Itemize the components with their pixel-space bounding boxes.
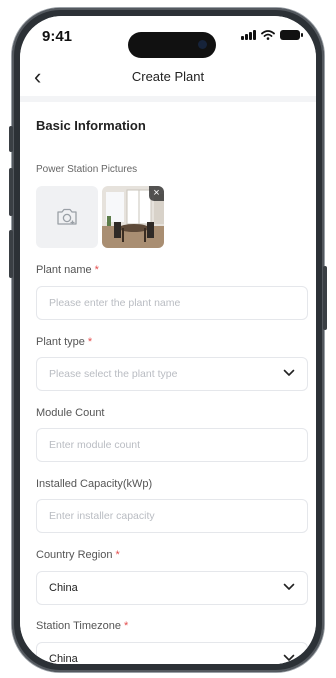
plant-name-field bbox=[36, 286, 308, 320]
country-region-label: Country Region * bbox=[36, 549, 120, 561]
pictures-label: Power Station Pictures bbox=[36, 164, 138, 175]
module-count-field bbox=[36, 428, 308, 462]
plant-type-label: Plant type * bbox=[36, 336, 92, 348]
installed-capacity-field bbox=[36, 499, 308, 533]
phone-frame: 9:41 ‹ Create Plant Basic Information Po… bbox=[9, 8, 327, 672]
remove-photo-button[interactable]: × bbox=[149, 186, 164, 201]
module-count-label: Module Count bbox=[36, 407, 105, 419]
installed-capacity-label: Installed Capacity(kWp) bbox=[36, 478, 152, 490]
station-timezone-select[interactable]: China bbox=[36, 642, 308, 664]
country-region-value: China bbox=[49, 582, 78, 594]
country-region-label-text: Country Region bbox=[36, 549, 113, 561]
power-button bbox=[323, 266, 327, 330]
wifi-icon bbox=[261, 30, 275, 40]
module-count-input[interactable] bbox=[37, 429, 269, 461]
status-time: 9:41 bbox=[42, 28, 73, 45]
status-bar: 9:41 bbox=[20, 16, 316, 60]
volume-down-button bbox=[9, 230, 13, 278]
volume-up-button bbox=[9, 168, 13, 216]
chevron-down-icon bbox=[283, 583, 295, 590]
plant-type-placeholder: Please select the plant type bbox=[49, 368, 178, 380]
station-timezone-label: Station Timezone * bbox=[36, 620, 128, 632]
add-picture-button[interactable] bbox=[36, 186, 98, 248]
camera-icon bbox=[57, 208, 77, 225]
required-mark: * bbox=[87, 336, 93, 348]
module-count-label-text: Module Count bbox=[36, 407, 105, 419]
chevron-down-icon bbox=[283, 369, 295, 376]
chevron-down-icon bbox=[283, 654, 295, 661]
navigation-bar: ‹ Create Plant bbox=[20, 60, 316, 96]
plant-type-label-text: Plant type bbox=[36, 336, 85, 348]
screen: 9:41 ‹ Create Plant Basic Information Po… bbox=[20, 16, 316, 664]
required-mark: * bbox=[115, 549, 120, 561]
country-region-select[interactable]: China bbox=[36, 571, 308, 605]
page-title: Create Plant bbox=[131, 69, 205, 84]
plant-name-label-text: Plant name bbox=[36, 264, 92, 276]
installed-capacity-input[interactable] bbox=[37, 500, 269, 532]
station-photo-thumbnail[interactable]: × bbox=[102, 186, 164, 248]
signal-icon bbox=[241, 30, 256, 40]
required-mark: * bbox=[94, 264, 99, 276]
battery-icon bbox=[280, 30, 303, 40]
dynamic-island bbox=[128, 32, 216, 58]
installed-capacity-label-text: Installed Capacity(kWp) bbox=[36, 478, 153, 490]
section-title: Basic Information bbox=[36, 118, 146, 133]
mute-switch bbox=[9, 126, 13, 152]
plant-name-label: Plant name * bbox=[36, 264, 99, 276]
close-icon: × bbox=[153, 187, 160, 199]
station-timezone-value: China bbox=[49, 653, 78, 664]
camera-lens bbox=[198, 40, 207, 49]
station-timezone-label-text: Station Timezone bbox=[36, 620, 121, 632]
status-icons bbox=[241, 30, 303, 40]
required-mark: * bbox=[124, 620, 129, 632]
plant-type-select[interactable]: Please select the plant type bbox=[36, 357, 308, 391]
basic-information-form: Basic Information Power Station Pictures bbox=[20, 102, 316, 664]
plant-name-input[interactable] bbox=[37, 287, 269, 319]
